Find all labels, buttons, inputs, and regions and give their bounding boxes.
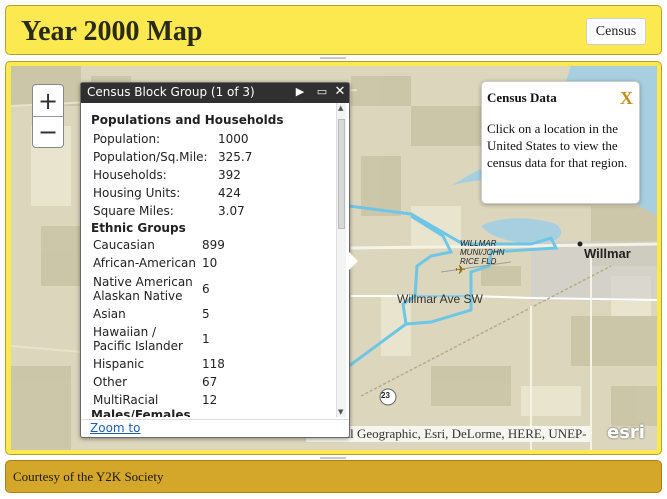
scroll-down-icon[interactable]: ▼: [338, 408, 343, 416]
popup-scrollbar[interactable]: ▲ ▼: [336, 103, 346, 417]
popup-footer: Zoom to: [81, 419, 349, 437]
row-label: Native American: [93, 275, 193, 289]
zoom-out-button[interactable]: −: [33, 116, 63, 147]
info-panel-title: Census Data: [487, 90, 557, 105]
row-label: Caucasian: [93, 238, 155, 252]
row-label: MultiRacial: [93, 393, 159, 407]
zoom-to-link[interactable]: Zoom to: [90, 421, 140, 435]
popup-content: Populations and Households Population: 1…: [81, 103, 349, 417]
app-title: Year 2000 Map: [21, 16, 203, 47]
row-value: 1000: [218, 132, 249, 146]
census-popup: Census Block Group (1 of 3) ▶ ▭ ✕ Popula…: [80, 82, 350, 438]
census-button[interactable]: Census: [586, 18, 646, 45]
airport-label-line2: MUNI/JOHN: [460, 248, 505, 257]
footer-text: Courtesy of the Y2K Society: [13, 469, 164, 484]
airport-label-line3: RICE FLD: [460, 257, 497, 266]
row-label: Alaskan Native: [93, 289, 183, 303]
scroll-up-icon[interactable]: ▲: [338, 104, 343, 112]
row-value: 12: [202, 393, 218, 407]
row-value: 5: [202, 307, 210, 321]
row-value: 1: [202, 332, 210, 346]
popup-pointer: [349, 252, 358, 270]
row-label: Population/Sq.Mile:: [93, 150, 208, 164]
row-label: African-American: [93, 256, 197, 270]
zoom-in-button[interactable]: +: [33, 85, 63, 116]
row-label: Square Miles:: [93, 204, 174, 218]
row-label: Other: [93, 375, 128, 389]
row-label: Households:: [93, 168, 167, 182]
esri-logo: esri: [607, 422, 645, 443]
row-value: 424: [218, 186, 241, 200]
section-title-populations: Populations and Households: [91, 113, 284, 127]
row-label: Pacific Islander: [93, 339, 183, 353]
close-icon[interactable]: ✕: [333, 84, 347, 99]
info-panel-text: Click on a location in the United States…: [487, 121, 628, 170]
footer-panel: Courtesy of the Y2K Society: [5, 460, 662, 493]
row-value: 6: [202, 282, 210, 296]
section-title-males-females: Males/Females: [91, 408, 191, 417]
zoom-control: + −: [32, 84, 64, 148]
place-label: Willmar: [584, 246, 631, 261]
popup-title-bar: Census Block Group (1 of 3) ▶ ▭ ✕: [81, 83, 349, 103]
info-panel-close-button[interactable]: X: [620, 88, 633, 109]
row-value: 67: [202, 375, 218, 389]
section-title-ethnic: Ethnic Groups: [91, 221, 186, 235]
row-value: 3.07: [218, 204, 245, 218]
header-panel: Year 2000 Map Census: [5, 5, 662, 55]
route-shield-label: 23: [381, 391, 390, 400]
row-label: Population:: [93, 132, 161, 146]
row-value: 10: [202, 256, 218, 270]
row-value: 325.7: [218, 150, 253, 164]
popup-title: Census Block Group (1 of 3): [87, 85, 255, 99]
scrollbar-thumb[interactable]: [338, 119, 345, 229]
row-value: 392: [218, 168, 241, 182]
next-feature-icon[interactable]: ▶: [293, 85, 307, 100]
census-info-panel: Census Data X Click on a location in the…: [481, 81, 640, 204]
maximize-icon[interactable]: ▭: [315, 85, 329, 100]
row-label: Housing Units:: [93, 186, 181, 200]
road-label: Willmar Ave SW: [397, 292, 483, 306]
row-label: Asian: [93, 307, 126, 321]
row-value: 899: [202, 238, 225, 252]
row-label: Hawaiian /: [93, 325, 157, 339]
airport-label-line1: WILLMAR: [460, 239, 497, 248]
row-value: 118: [202, 357, 225, 371]
row-label: Hispanic: [93, 357, 145, 371]
